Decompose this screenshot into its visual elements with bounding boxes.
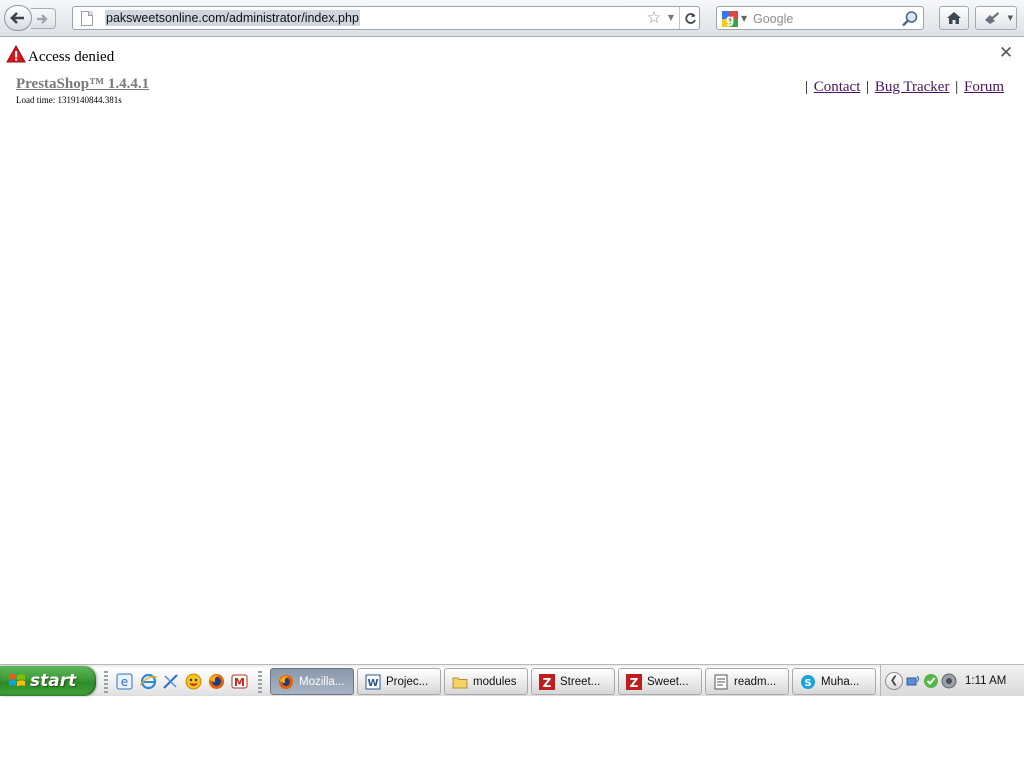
internet-explorer-icon[interactable] [140,673,157,690]
svg-text:e: e [121,675,128,689]
url-text[interactable]: paksweetsonline.com/administrator/index.… [105,10,360,26]
task-button-modules[interactable]: modules [444,668,528,695]
toolbar-grip[interactable] [258,671,262,693]
svg-text:g: g [726,13,735,27]
search-bar[interactable]: g ▼ Google [716,6,924,30]
task-button-readme[interactable]: readm... [705,668,789,695]
page-icon [81,11,93,26]
security-check-icon[interactable] [923,673,939,689]
firefox-icon[interactable] [208,673,225,690]
toolbar-grip[interactable] [104,671,108,693]
warning-icon [6,45,26,63]
addon-icon [985,12,999,24]
reload-button[interactable] [679,7,700,29]
svg-text:M: M [234,676,245,689]
xp-tool-icon[interactable] [162,673,179,690]
prestashop-version-link[interactable]: PrestaShop™ 1.4.4.1 [16,75,149,93]
forward-arrow-icon [37,13,48,24]
task-button-mozilla[interactable]: Mozilla... [270,668,354,695]
address-bar[interactable]: paksweetsonline.com/administrator/index.… [72,6,700,30]
svg-text:Z: Z [543,676,552,690]
close-icon[interactable]: ✕ [997,43,1015,63]
load-time-text: Load time: 1319140844.381s [16,95,122,105]
bookmark-star-icon[interactable]: ☆ [645,9,663,27]
system-tray: ❮ 1:11 AM [880,665,1024,696]
notepad-icon [714,674,728,690]
google-icon[interactable]: g [722,11,738,27]
task-button-street[interactable]: Z Street... [531,668,615,695]
navigation-buttons [4,5,56,31]
link-separator: | [955,79,959,95]
windows-taskbar: start e M Mozilla... W Projec... modules… [0,664,1024,696]
task-label: Sweet... [647,676,689,688]
task-label: Projec... [386,676,429,688]
back-arrow-icon [10,12,24,24]
alert-message: Access denied [28,49,115,65]
browser-toolbar: paksweetsonline.com/administrator/index.… [0,0,1024,37]
task-label: modules [473,676,517,688]
engine-dropdown-icon[interactable]: ▼ [741,11,747,27]
task-button-sweet[interactable]: Z Sweet... [618,668,702,695]
task-label: Street... [560,676,601,688]
reload-icon [684,12,696,24]
volume-icon[interactable] [941,673,957,689]
history-dropdown-icon[interactable]: ▼ [666,11,676,25]
ie-edit-icon[interactable]: e [116,673,133,690]
forum-link[interactable]: Forum [964,79,1004,95]
search-placeholder[interactable]: Google [753,11,793,27]
network-icon[interactable] [905,673,921,689]
svg-text:Z: Z [630,676,639,690]
folder-icon [452,677,468,689]
contact-link[interactable]: Contact [814,79,861,95]
addon-button[interactable]: ▼ [975,6,1017,30]
task-label: Muha... [821,676,860,688]
filezilla-icon: Z [539,674,555,690]
link-separator: | [866,79,870,95]
search-icon[interactable] [901,10,919,28]
task-button-project[interactable]: W Projec... [357,668,441,695]
start-label: start [30,671,77,691]
forward-button[interactable] [31,8,56,29]
clock[interactable]: 1:11 AM [965,673,1006,689]
bug-tracker-link[interactable]: Bug Tracker [875,79,950,95]
task-button-muha[interactable]: S Muha... [792,668,876,695]
back-button[interactable] [4,5,32,31]
footer-links: | Contact | Bug Tracker | Forum [803,78,1004,96]
task-label: Mozilla... [299,676,345,688]
home-button[interactable] [939,6,969,30]
svg-text:W: W [367,678,378,689]
link-separator: | [804,79,808,95]
svg-text:S: S [804,678,811,689]
filezilla-icon: Z [626,674,642,690]
word-icon: W [365,674,381,690]
skype-icon: S [801,675,815,689]
windows-logo-icon [9,674,25,687]
firefox-icon [279,675,293,689]
show-hidden-icons-chevron-icon[interactable]: ❮ [885,672,903,690]
addon-dropdown-icon: ▼ [1007,14,1013,22]
gmail-icon[interactable]: M [231,673,248,690]
start-button[interactable]: start [0,666,96,696]
home-icon [947,12,961,24]
messenger-icon[interactable] [185,673,202,690]
task-label: readm... [734,676,777,688]
